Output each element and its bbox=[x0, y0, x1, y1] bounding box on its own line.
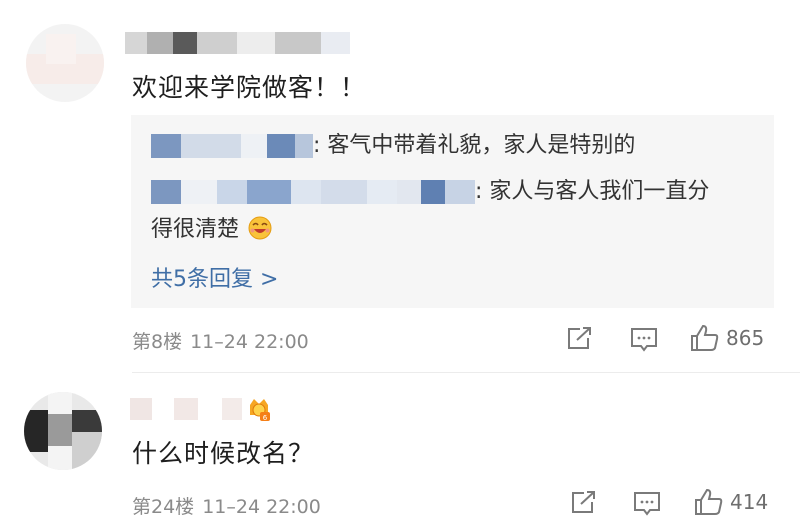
timestamp: 11–24 22:00 bbox=[202, 496, 321, 518]
reply-username[interactable] bbox=[151, 134, 313, 158]
reply-item-continued: 得很清楚 bbox=[151, 213, 272, 247]
comment-icon bbox=[633, 490, 661, 517]
avatar[interactable] bbox=[24, 392, 102, 470]
thumb-up-icon bbox=[694, 487, 724, 517]
floor-number: 第8楼 bbox=[132, 331, 183, 353]
more-replies-link[interactable]: 共5条回复 > bbox=[151, 261, 278, 293]
comment-button[interactable] bbox=[630, 326, 658, 353]
avatar[interactable] bbox=[26, 24, 104, 102]
comment-content: 什么时候改名？ bbox=[132, 439, 315, 468]
floor-number: 第24楼 bbox=[132, 496, 195, 518]
comment-item: 6 什么时候改名？ 第24楼 11–24 22:00 414 bbox=[0, 372, 800, 530]
comment-content: 欢迎来学院做客！！ bbox=[132, 73, 367, 102]
reply-item: : 家人与客人我们一直分 bbox=[151, 175, 709, 209]
emoji-laugh-icon bbox=[248, 216, 272, 240]
share-icon bbox=[570, 490, 597, 515]
comment-button[interactable] bbox=[633, 490, 661, 517]
username[interactable] bbox=[130, 398, 242, 420]
svg-text:6: 6 bbox=[263, 414, 268, 422]
timestamp: 11–24 22:00 bbox=[190, 331, 309, 353]
reply-box: : 客气中带着礼貌，家人是特别的 : 家人与客人我们一直分 得很清楚 共5条回复… bbox=[131, 115, 774, 308]
username[interactable] bbox=[125, 32, 350, 54]
share-icon bbox=[566, 326, 593, 351]
comment-item: 欢迎来学院做客！！ : 客气中带着礼貌，家人是特别的: 家人与客人我们一直分 … bbox=[0, 0, 800, 372]
comment-meta: 第24楼 11–24 22:00 bbox=[132, 492, 329, 519]
reply-item: : 客气中带着礼貌，家人是特别的 bbox=[151, 129, 635, 163]
like-button[interactable]: 865 bbox=[690, 323, 764, 353]
vip-badge-icon: 6 bbox=[250, 399, 270, 422]
reply-username[interactable] bbox=[151, 180, 475, 204]
thumb-up-icon bbox=[690, 323, 720, 353]
like-count: 414 bbox=[730, 490, 769, 514]
share-button[interactable] bbox=[570, 490, 597, 515]
like-count: 865 bbox=[726, 326, 765, 350]
comment-icon bbox=[630, 326, 658, 353]
comment-meta: 第8楼 11–24 22:00 bbox=[132, 327, 317, 354]
share-button[interactable] bbox=[566, 326, 593, 351]
like-button[interactable]: 414 bbox=[694, 487, 768, 517]
